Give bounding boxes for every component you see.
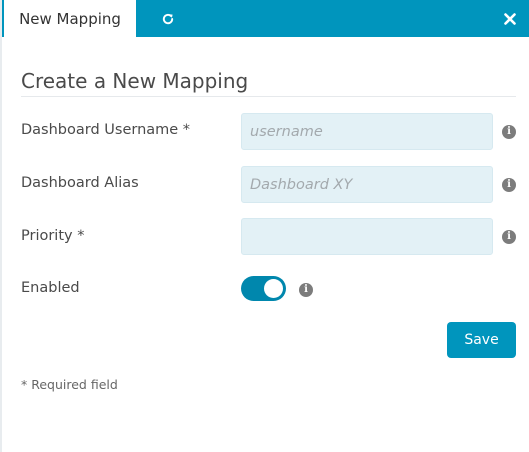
close-button[interactable] — [499, 0, 521, 37]
alias-input[interactable] — [241, 166, 493, 203]
priority-input[interactable] — [241, 218, 493, 255]
tab-new-mapping-label: New Mapping — [19, 9, 121, 28]
priority-label: Priority * — [21, 228, 85, 244]
save-button[interactable]: Save — [447, 322, 516, 358]
toggle-knob — [264, 279, 283, 298]
form-title: Create a New Mapping — [21, 69, 249, 93]
mapping-panel: New Mapping Create a New Mapping Dashboa… — [0, 0, 529, 452]
enabled-toggle[interactable] — [241, 276, 286, 301]
close-icon — [504, 12, 516, 25]
enabled-info-icon[interactable]: i — [299, 283, 313, 297]
title-divider — [21, 96, 516, 97]
enabled-label: Enabled — [21, 280, 80, 296]
refresh-icon — [162, 13, 174, 24]
priority-info-icon[interactable]: i — [502, 230, 516, 244]
refresh-button[interactable] — [154, 0, 182, 37]
alias-info-icon[interactable]: i — [502, 178, 516, 192]
required-field-note: * Required field — [21, 377, 118, 392]
username-input[interactable] — [241, 113, 493, 150]
tab-bar: New Mapping — [2, 0, 529, 37]
username-label: Dashboard Username * — [21, 122, 191, 138]
username-info-icon[interactable]: i — [502, 125, 516, 139]
alias-label: Dashboard Alias — [21, 175, 139, 191]
tab-new-mapping[interactable]: New Mapping — [4, 0, 136, 37]
